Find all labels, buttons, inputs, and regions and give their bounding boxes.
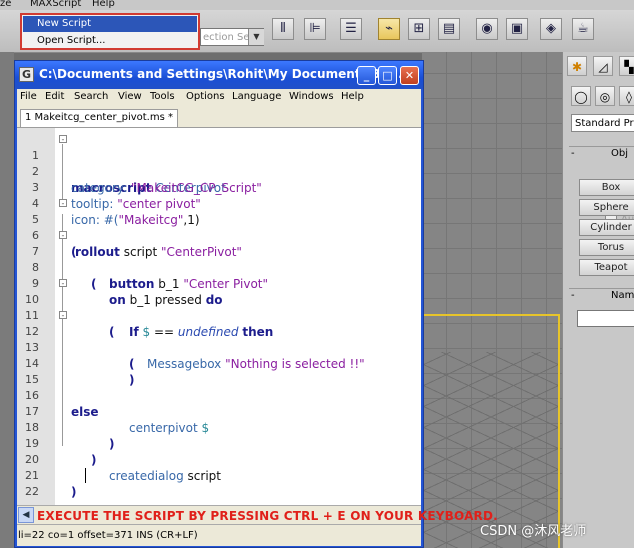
menu-search[interactable]: Search (74, 91, 108, 102)
code-line: 11 If $ == undefined then (17, 292, 421, 339)
sphere-button[interactable]: Sphere (579, 199, 634, 216)
maxscript-menu: New Script Open Script... (20, 13, 200, 50)
code-line: 17 centerpivot $ (17, 388, 421, 435)
name-color-rollout[interactable]: -Name (569, 288, 634, 303)
tutorial-instruction-caption: EXECUTE THE SCRIPT BY PRESSING CTRL + E … (37, 509, 498, 523)
code-line: 19 ) (17, 420, 421, 467)
watermark: CSDN @沐风老师 (480, 524, 587, 539)
code-line: 3 tooltip: "center pivot" (17, 164, 421, 211)
horizontal-scrollbar[interactable]: ◀ EXECUTE THE SCRIPT BY PRESSING CTRL + … (17, 505, 498, 524)
fold-toggle-icon[interactable]: - (59, 199, 67, 208)
code-line: 7 - ( (17, 228, 421, 291)
code-line: 6 rollout script "CenterPivot" (17, 212, 421, 259)
code-line: 20 createdialog script (17, 436, 421, 483)
curve-editor-icon[interactable]: ⌁ (378, 18, 400, 40)
editor-menubar: File Edit Search View Tools Options Lang… (17, 89, 421, 107)
command-panel: ✱ ◿ ▚ ◯ ◎ ◊ Standard Prim -Obj Au Box Sp… (562, 52, 634, 548)
code-editor[interactable]: 1 - macroscript Centerpivot 2 category: … (17, 128, 421, 505)
code-line: 18 ) (17, 404, 421, 451)
geometry-icon[interactable]: ◯ (571, 86, 591, 106)
code-line: 9 on b_1 pressed do (17, 260, 421, 307)
create-tab-icon[interactable]: ✱ (567, 56, 587, 76)
tab-makeitcg-center-pivot[interactable]: 1 Makeitcg_center_pivot.ms * (20, 109, 178, 127)
lights-icon[interactable]: ◊ (619, 86, 634, 106)
code-line: 5 - ( (17, 196, 421, 259)
text-caret (85, 468, 86, 483)
code-line: 10 - ( (17, 276, 421, 339)
window-titlebar[interactable]: G C:\Documents and Settings\Rohit\My Doc… (15, 61, 423, 89)
schematic-view-icon[interactable]: ⊞ (408, 18, 430, 40)
object-type-rollout[interactable]: - Obj (569, 146, 634, 161)
menu-help[interactable]: Help (341, 91, 364, 102)
modify-tab-icon[interactable]: ◿ (593, 56, 613, 76)
menu-language[interactable]: Language (232, 91, 281, 102)
menu-edit[interactable]: Edit (45, 91, 64, 102)
code-line: 12 - ( (17, 308, 421, 371)
menu-item-ze[interactable]: ze (0, 0, 11, 9)
status-bar: li=22 co=1 offset=371 INS (CR+LF) (17, 524, 421, 546)
render-frame-icon[interactable]: ▣ (506, 18, 528, 40)
file-tab-bar: 1 Makeitcg_center_pivot.ms * (17, 107, 421, 128)
box-button[interactable]: Box (579, 179, 634, 196)
menu-view[interactable]: View (118, 91, 142, 102)
render-setup-icon[interactable]: ◉ (476, 18, 498, 40)
object-category-dropdown[interactable]: Standard Prim (571, 114, 634, 132)
perspective-viewport[interactable] (422, 52, 562, 548)
menu-windows[interactable]: Windows (289, 91, 334, 102)
menu-options[interactable]: Options (186, 91, 225, 102)
fold-toggle-icon[interactable]: - (59, 231, 67, 240)
code-line: 16 else (17, 372, 421, 419)
menu-item-maxscript[interactable]: MAXScript (30, 0, 81, 9)
scroll-left-arrow-icon[interactable]: ◀ (18, 507, 34, 523)
app-menubar: ze MAXScript Help (0, 0, 634, 10)
code-line: 2 category: "MakeitCG_CP_Script" (17, 148, 421, 195)
code-line: 13 Messagebox "Nothing is selected !!" (17, 324, 421, 371)
code-line: 22 (17, 468, 421, 498)
teapot-render-icon[interactable]: ☕ (572, 18, 594, 40)
teapot-button[interactable]: Teapot (579, 259, 634, 276)
viewport-left-edge (0, 52, 14, 548)
hierarchy-tab-icon[interactable]: ▚ (619, 56, 634, 76)
rollout-title: Name (611, 290, 634, 301)
maxscript-editor-window: G C:\Documents and Settings\Rohit\My Doc… (14, 60, 498, 548)
close-button[interactable]: ✕ (400, 66, 419, 85)
maximize-button[interactable]: □ (378, 66, 397, 85)
new-script-menu-item[interactable]: New Script (23, 16, 197, 32)
layer-manager-icon[interactable]: ☰ (340, 18, 362, 40)
mirror-icon[interactable]: ⫴ (272, 18, 294, 40)
menu-file[interactable]: File (20, 91, 37, 102)
shapes-icon[interactable]: ◎ (595, 86, 615, 106)
code-line: 1 - macroscript Centerpivot (17, 132, 421, 195)
menu-tools[interactable]: Tools (150, 91, 175, 102)
chevron-down-icon[interactable]: ▼ (248, 29, 264, 45)
object-name-input[interactable] (577, 310, 634, 327)
minimize-button[interactable]: _ (357, 66, 376, 85)
menu-item-help[interactable]: Help (92, 0, 115, 9)
fold-toggle-icon[interactable]: - (59, 279, 67, 288)
render-icon[interactable]: ◈ (540, 18, 562, 40)
code-line: 8 button b_1 "Center Pivot" (17, 244, 421, 291)
code-line: 21 ) (17, 452, 421, 499)
fold-toggle-icon[interactable]: - (59, 311, 67, 320)
fold-toggle-icon[interactable]: - (59, 135, 67, 144)
rollout-title: Obj (611, 148, 628, 159)
open-script-menu-item[interactable]: Open Script... (23, 33, 197, 49)
maxscript-app-icon: G (19, 67, 34, 82)
code-line: 15 (17, 356, 421, 386)
line-number: 22 (25, 485, 39, 498)
code-line: 4 icon: #("Makeitcg",1) (17, 180, 421, 227)
torus-button[interactable]: Torus (579, 239, 634, 256)
code-line: 14 ) (17, 340, 421, 387)
window-title: C:\Documents and Settings\Rohit\My Docum… (39, 67, 403, 81)
align-icon[interactable]: ⊫ (304, 18, 326, 40)
cylinder-button[interactable]: Cylinder (579, 219, 634, 236)
material-editor-icon[interactable]: ▤ (438, 18, 460, 40)
